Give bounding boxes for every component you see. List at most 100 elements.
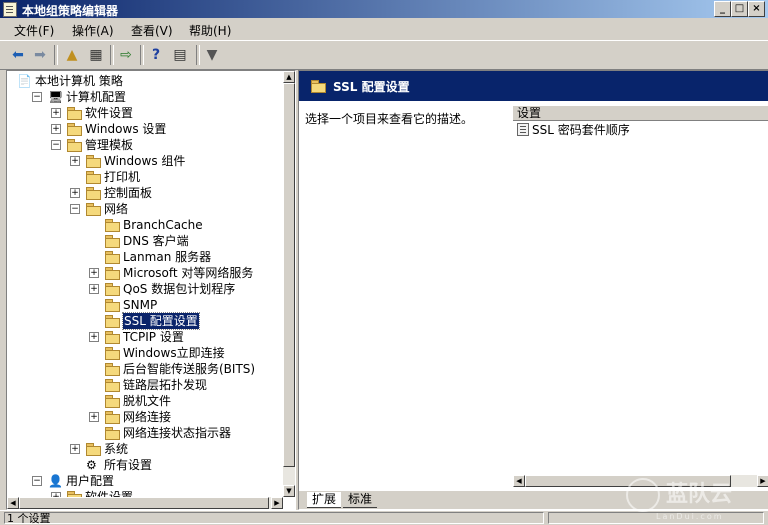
folder-icon bbox=[67, 123, 82, 136]
tab-extended[interactable]: 扩展 bbox=[307, 492, 342, 508]
back-icon[interactable]: ⬅ bbox=[8, 45, 28, 65]
folder-icon bbox=[105, 331, 120, 344]
expand-icon[interactable]: + bbox=[89, 412, 99, 422]
scroll-thumb[interactable] bbox=[19, 497, 269, 509]
tree-item[interactable]: + 系统 bbox=[70, 441, 277, 457]
tree-item[interactable]: − 网络 bbox=[70, 201, 277, 217]
tree-item-label: 管理模板 bbox=[85, 138, 134, 152]
tree-pane[interactable]: 📄 本地计算机 策略 − 🖥 计算机配置 + 软件设置 + Windows 设置 − 管理模板 + Wi… bbox=[6, 70, 296, 510]
tree-item[interactable]: + TCPIP 设置 bbox=[89, 329, 277, 345]
tree-item-label: 网络 bbox=[104, 202, 129, 216]
menu-help[interactable]: 帮助(H) bbox=[189, 22, 231, 39]
tree-item[interactable]: DNS 客户端 bbox=[89, 233, 277, 249]
expand-icon[interactable]: + bbox=[89, 268, 99, 278]
settings-icon: ⚙ bbox=[86, 458, 97, 472]
tree-item[interactable]: SNMP bbox=[89, 297, 277, 313]
menu-view[interactable]: 查看(V) bbox=[131, 22, 173, 39]
column-header-setting[interactable]: 设置 bbox=[513, 106, 768, 121]
folder-icon bbox=[86, 203, 101, 216]
scroll-thumb[interactable] bbox=[283, 83, 295, 467]
watermark: 蓝队云 LanDui.com bbox=[626, 476, 732, 521]
tree-item[interactable]: + Windows 设置 bbox=[51, 121, 277, 137]
collapse-icon[interactable]: − bbox=[32, 476, 42, 486]
scroll-right-icon[interactable]: ▶ bbox=[271, 497, 283, 509]
tree-item[interactable]: Lanman 服务器 bbox=[89, 249, 277, 265]
watermark-text: 蓝队云 bbox=[666, 482, 733, 507]
tree-item-label: 所有设置 bbox=[104, 458, 153, 472]
up-folder-icon[interactable]: ▲ bbox=[62, 45, 82, 65]
tab-standard[interactable]: 标准 bbox=[343, 492, 378, 508]
tree-item[interactable]: + 控制面板 bbox=[70, 185, 277, 201]
tree-item[interactable]: + 网络连接 bbox=[89, 409, 277, 425]
toolbar-separator bbox=[110, 45, 114, 65]
scroll-right-icon[interactable]: ▶ bbox=[757, 475, 768, 487]
expand-icon[interactable]: + bbox=[70, 188, 80, 198]
tree-item[interactable]: + QoS 数据包计划程序 bbox=[89, 281, 277, 297]
policy-icon: 📄 bbox=[17, 74, 32, 88]
expand-icon[interactable]: + bbox=[51, 124, 61, 134]
tree-item[interactable]: 打印机 bbox=[70, 169, 277, 185]
tree-item[interactable]: BranchCache bbox=[89, 217, 277, 233]
setting-icon bbox=[517, 123, 529, 136]
properties-icon[interactable]: ▤ bbox=[170, 45, 190, 65]
folder-icon bbox=[105, 347, 120, 360]
scroll-left-icon[interactable]: ◀ bbox=[7, 497, 19, 509]
details-header: SSL 配置设置 bbox=[299, 71, 768, 101]
menu-bar: 文件(F) 操作(A) 查看(V) 帮助(H) bbox=[0, 18, 768, 40]
forward-icon[interactable]: ➡ bbox=[30, 45, 50, 65]
tree-item[interactable]: SSL 配置设置 bbox=[89, 312, 277, 330]
tree-item-label: 网络连接 bbox=[123, 410, 172, 424]
tree-horizontal-scrollbar[interactable]: ◀ ▶ bbox=[7, 497, 283, 509]
tree-item-label: 网络连接状态指示器 bbox=[123, 426, 232, 440]
tree-item[interactable]: Windows立即连接 bbox=[89, 345, 277, 361]
tree-item[interactable]: ⚙ 所有设置 bbox=[70, 457, 277, 473]
tree-item-label: 打印机 bbox=[104, 170, 141, 184]
menu-action[interactable]: 操作(A) bbox=[72, 22, 114, 39]
tree-item[interactable]: − 👤 用户配置 bbox=[32, 473, 277, 489]
tree-item[interactable]: 脱机文件 bbox=[89, 393, 277, 409]
tree-item[interactable]: − 管理模板 bbox=[51, 137, 277, 153]
tree-item[interactable]: + Windows 组件 bbox=[70, 153, 277, 169]
tree-item-label: 本地计算机 策略 bbox=[35, 74, 123, 88]
collapse-icon[interactable]: − bbox=[51, 140, 61, 150]
folder-icon bbox=[105, 363, 120, 376]
list-item[interactable]: SSL 密码套件顺序 bbox=[517, 122, 630, 138]
policy-editor-app-icon bbox=[3, 2, 17, 17]
help-icon[interactable]: ? bbox=[146, 45, 166, 65]
show-hide-tree-icon[interactable]: ▦ bbox=[86, 45, 106, 65]
tree-item[interactable]: 后台智能传送服务(BITS) bbox=[89, 361, 277, 377]
expand-icon[interactable]: + bbox=[51, 108, 61, 118]
close-button[interactable]: × bbox=[748, 1, 765, 17]
expand-icon[interactable]: + bbox=[89, 284, 99, 294]
tree-item[interactable]: 链路层拓扑发现 bbox=[89, 377, 277, 393]
tree-item-label: Windows立即连接 bbox=[123, 346, 225, 360]
tree-item[interactable]: 📄 本地计算机 策略 bbox=[13, 73, 277, 89]
scroll-up-icon[interactable]: ▲ bbox=[283, 71, 295, 83]
expand-icon[interactable]: + bbox=[70, 444, 80, 454]
export-list-icon[interactable]: ⇨ bbox=[116, 45, 136, 65]
collapse-icon[interactable]: − bbox=[70, 204, 80, 214]
toolbar: ⬅ ➡ ▲ ▦ ⇨ ? ▤ ▼ bbox=[0, 40, 768, 70]
collapse-icon[interactable]: − bbox=[32, 92, 42, 102]
folder-icon bbox=[86, 443, 101, 456]
tree-item-label: 用户配置 bbox=[66, 474, 115, 488]
maximize-button[interactable]: □ bbox=[731, 1, 748, 17]
tree-item-label: Windows 组件 bbox=[104, 154, 186, 168]
tree-item[interactable]: − 🖥 计算机配置 bbox=[32, 89, 277, 105]
expand-icon[interactable]: + bbox=[89, 332, 99, 342]
folder-icon bbox=[105, 283, 120, 296]
tree-item-label: BranchCache bbox=[123, 218, 203, 232]
tree-item[interactable]: + 软件设置 bbox=[51, 105, 277, 121]
folder-icon bbox=[105, 411, 120, 424]
expand-icon[interactable]: + bbox=[70, 156, 80, 166]
scroll-left-icon[interactable]: ◀ bbox=[513, 475, 525, 487]
tree-item[interactable]: 网络连接状态指示器 bbox=[89, 425, 277, 441]
scroll-down-icon[interactable]: ▼ bbox=[283, 485, 295, 497]
menu-file[interactable]: 文件(F) bbox=[14, 22, 54, 39]
minimize-button[interactable]: _ bbox=[714, 1, 731, 17]
status-text: 1 个设置 bbox=[4, 512, 544, 525]
folder-icon bbox=[105, 267, 120, 280]
filter-icon[interactable]: ▼ bbox=[202, 45, 222, 65]
tree-vertical-scrollbar[interactable]: ▲ ▼ bbox=[283, 71, 295, 497]
tree-item[interactable]: + Microsoft 对等网络服务 bbox=[89, 265, 277, 281]
